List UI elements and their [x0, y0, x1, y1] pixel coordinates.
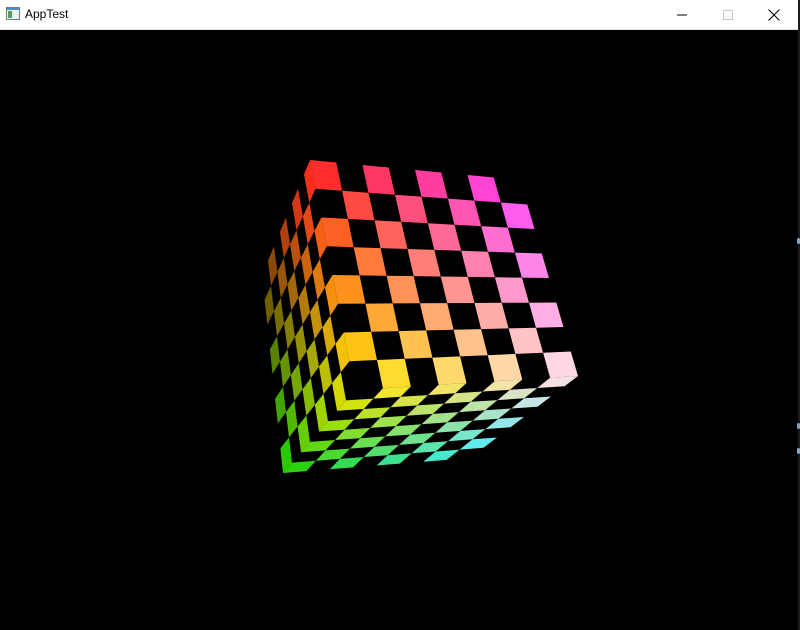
cube-tile — [419, 303, 454, 331]
maximize-button[interactable] — [705, 0, 751, 29]
cube-tile — [295, 324, 307, 364]
cube-bottom-face — [283, 376, 578, 473]
close-button[interactable] — [751, 0, 797, 29]
cube-tile — [269, 336, 280, 374]
minimize-icon — [677, 14, 687, 15]
cube-tile — [494, 277, 529, 303]
cube-tile — [481, 226, 515, 253]
cube-tile — [275, 386, 286, 424]
cube-tile — [264, 285, 274, 325]
cube-tile — [280, 217, 291, 259]
cube-tile — [310, 299, 323, 340]
cube-tile — [467, 175, 501, 203]
app-window-icon — [6, 7, 20, 20]
cube-tile — [500, 202, 535, 229]
minimize-button[interactable] — [659, 0, 705, 29]
cube-front-face — [310, 160, 578, 389]
cube-tile — [319, 355, 333, 394]
render-viewport[interactable] — [0, 30, 798, 630]
cube-tile — [268, 246, 278, 286]
cube-tile — [277, 258, 288, 298]
app-window: AppTest — [0, 0, 798, 630]
cube-tile — [407, 249, 441, 277]
cube-tile — [461, 250, 495, 278]
cube-tile — [342, 190, 375, 221]
cube-tile — [301, 244, 313, 285]
cube-tile — [343, 331, 377, 362]
cube-tile — [312, 259, 325, 300]
maximize-icon — [723, 9, 733, 20]
cube-tile — [365, 303, 399, 332]
cube-tile — [286, 400, 298, 438]
cube-tile — [302, 378, 315, 416]
close-icon — [768, 8, 780, 21]
cube-tile — [508, 327, 544, 354]
cube-tile — [290, 363, 303, 401]
cube-tile — [322, 315, 336, 356]
cube-tile — [362, 165, 395, 195]
cube-tile — [386, 275, 420, 304]
cube-tile — [395, 194, 428, 224]
cube-tile — [432, 356, 467, 385]
cube-tile — [453, 329, 488, 357]
cube-tile — [440, 276, 475, 304]
window-title: AppTest — [25, 7, 69, 21]
cube-tile — [415, 170, 448, 199]
cube-tile — [427, 223, 462, 251]
cube-tile — [529, 302, 564, 328]
cube-tile — [280, 349, 291, 387]
cube-tile — [298, 284, 310, 325]
cube-tile — [487, 353, 523, 382]
cube-tile — [290, 230, 301, 271]
checkered-cube — [264, 160, 578, 473]
cube-tile — [474, 302, 509, 330]
cube-tile — [398, 330, 433, 359]
cube-tile — [284, 310, 295, 350]
cube-tile — [306, 339, 319, 378]
cube-tile — [447, 198, 482, 227]
cube-tile — [353, 247, 387, 276]
cube-tile — [514, 252, 549, 278]
cube-tile — [377, 358, 411, 389]
cube-tile — [537, 376, 578, 388]
cube-tile — [274, 297, 285, 337]
cube-tile — [543, 351, 578, 378]
cube-tile — [287, 271, 299, 311]
cube-tile — [292, 188, 303, 231]
title-bar[interactable]: AppTest — [0, 0, 798, 30]
cube-tile — [302, 202, 315, 245]
cube-tile — [374, 220, 408, 249]
cube-tile — [332, 275, 366, 304]
